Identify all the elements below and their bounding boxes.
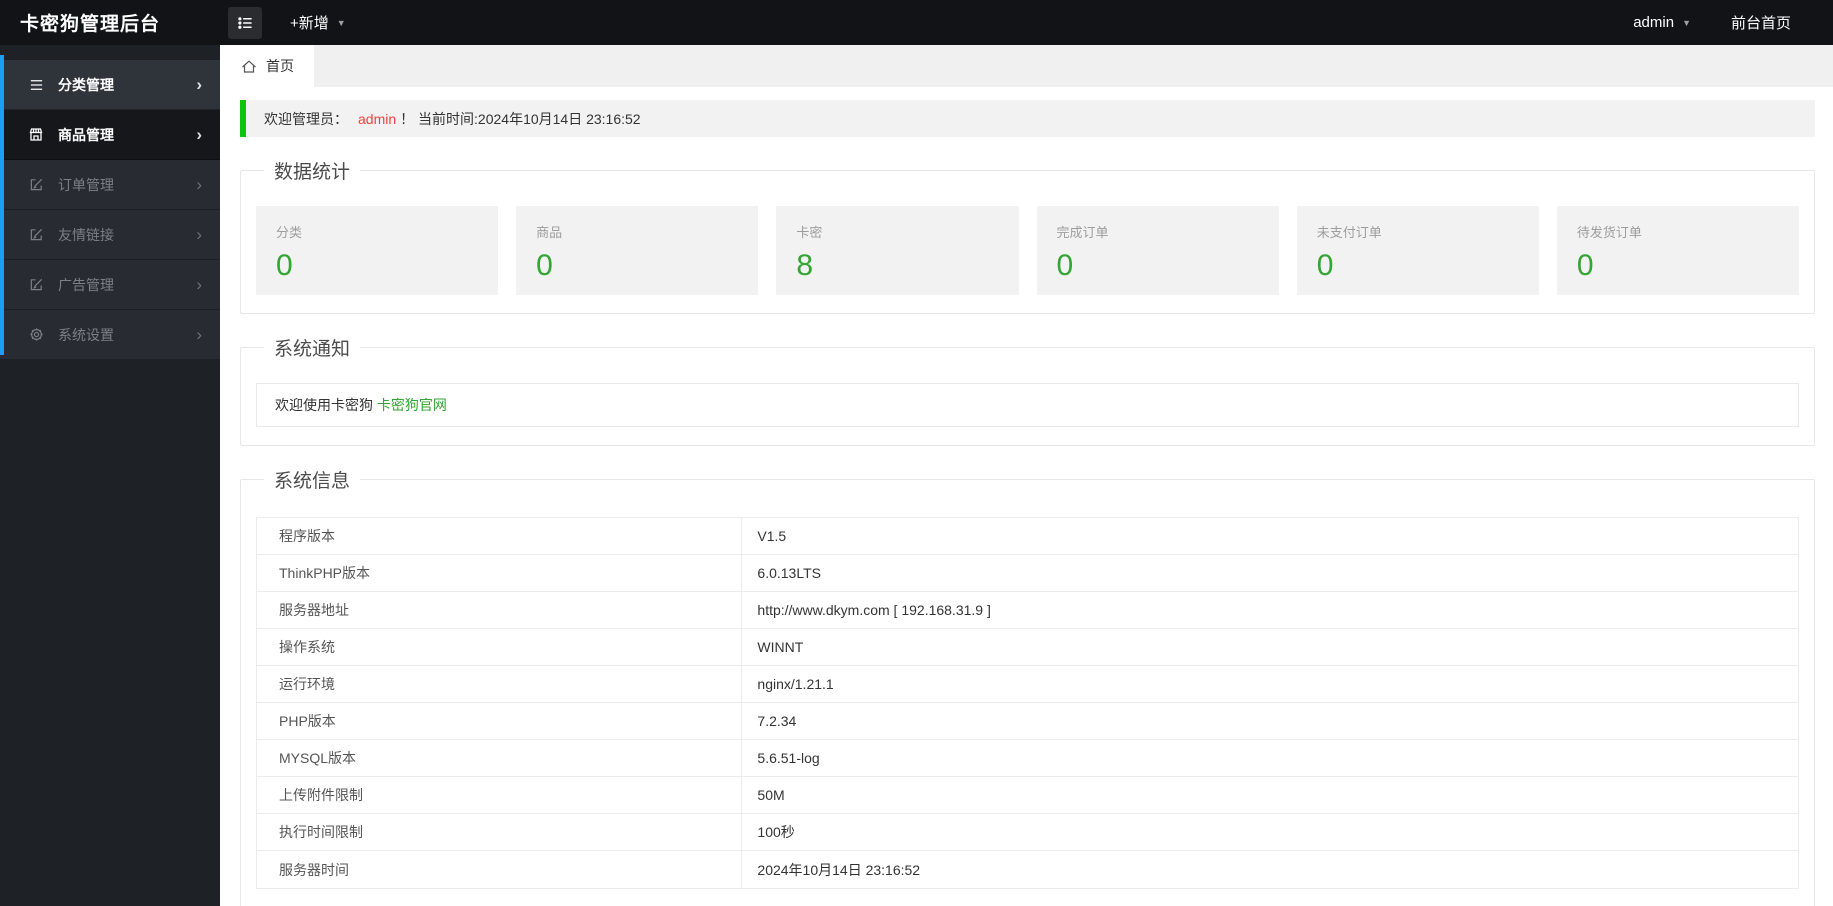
main-area: 首页 欢迎管理员： admin ！ 当前时间:2024年10月14日 23:16…	[220, 45, 1833, 906]
stats-section: 数据统计 分类 0 商品 0 卡密 8 完成订单 0 未支付订单 0 待发货订单…	[240, 157, 1815, 314]
chevron-right-icon: ›	[196, 175, 202, 194]
stat-card-completed-orders: 完成订单 0	[1036, 206, 1279, 295]
table-row: 操作系统 WINNT	[257, 629, 1798, 666]
tab-home[interactable]: 首页	[220, 45, 314, 87]
add-new-label: +新增	[290, 15, 329, 32]
stat-card-cardkey: 卡密 8	[776, 206, 1019, 295]
tab-home-label: 首页	[266, 58, 294, 74]
chevron-right-icon: ›	[196, 225, 202, 244]
edit-icon	[28, 227, 44, 243]
sidebar-accent-strip	[0, 55, 4, 355]
sidebar: 分类管理 › 商品管理 › 订单管理 › 友情链接 › 广告管理 › 系统设置 …	[0, 45, 220, 906]
list-icon	[28, 77, 44, 93]
sysinfo-section: 系统信息 程序版本 V1.5 ThinkPHP版本 6.0.13LTS 服务器地…	[240, 466, 1815, 906]
stats-cards: 分类 0 商品 0 卡密 8 完成订单 0 未支付订单 0 待发货订单 0	[256, 206, 1800, 295]
stat-value: 0	[536, 249, 553, 282]
table-row: 服务器时间 2024年10月14日 23:16:52	[257, 851, 1798, 888]
table-row: PHP版本 7.2.34	[257, 703, 1798, 740]
add-new-dropdown[interactable]: +新增 ▼	[290, 12, 346, 33]
welcome-alert: 欢迎管理员： admin ！ 当前时间:2024年10月14日 23:16:52	[240, 100, 1815, 137]
chevron-down-icon: ▼	[1682, 17, 1691, 28]
stats-legend: 数据统计	[274, 162, 351, 183]
edit-icon	[28, 277, 44, 293]
sidebar-item-ads[interactable]: 广告管理 ›	[0, 260, 220, 310]
user-dropdown[interactable]: admin ▼	[1633, 14, 1691, 31]
stat-card-pending-orders: 待发货订单 0	[1556, 206, 1800, 295]
stat-value: 0	[1316, 249, 1334, 282]
notice-section: 系统通知 欢迎使用卡密狗 卡密狗官网	[240, 334, 1815, 446]
stat-value: 0	[1576, 249, 1594, 282]
admin-app: 卡密狗管理后台 +新增 ▼ admin ▼ 前台首页 分类管理 › 商品管理 ›…	[0, 0, 1833, 906]
sidebar-item-settings[interactable]: 系统设置 ›	[0, 310, 220, 360]
sidebar-item-category[interactable]: 分类管理 ›	[0, 60, 220, 110]
welcome-prefix: 欢迎管理员：	[264, 110, 348, 127]
table-row: 服务器地址 http://www.dkym.com [ 192.168.31.9…	[257, 592, 1798, 629]
stat-card-product: 商品 0	[516, 206, 759, 295]
content: 欢迎管理员： admin ！ 当前时间:2024年10月14日 23:16:52…	[220, 87, 1833, 906]
official-site-link[interactable]: 卡密狗官网	[377, 397, 447, 413]
welcome-suffix: ！ 当前时间:2024年10月14日 23:16:52	[400, 110, 641, 127]
shop-icon	[28, 127, 44, 143]
stat-value: 8	[796, 249, 814, 282]
table-row: MYSQL版本 5.6.51-log	[257, 740, 1798, 777]
table-row: 运行环境 nginx/1.21.1	[257, 666, 1798, 703]
sidebar-item-links[interactable]: 友情链接 ›	[0, 210, 220, 260]
sidebar-item-order[interactable]: 订单管理 ›	[0, 160, 220, 210]
table-row: 上传附件限制 50M	[257, 777, 1798, 814]
gear-icon	[28, 327, 44, 343]
welcome-username: admin	[358, 110, 397, 127]
chevron-right-icon: ›	[196, 325, 202, 344]
chevron-right-icon: ›	[196, 75, 202, 94]
table-row: 程序版本 V1.5	[257, 518, 1798, 555]
notice-box: 欢迎使用卡密狗 卡密狗官网	[256, 383, 1799, 427]
username-label: admin	[1633, 14, 1675, 31]
menu-toggle-button[interactable]	[228, 6, 262, 39]
notice-text: 欢迎使用卡密狗	[275, 397, 377, 413]
stat-value: 0	[276, 249, 293, 282]
table-row: 执行时间限制 100秒	[257, 814, 1798, 851]
hamburger-icon	[237, 16, 253, 30]
stat-card-category: 分类 0	[256, 206, 499, 295]
app-title: 卡密狗管理后台	[20, 14, 161, 35]
sidebar-item-product[interactable]: 商品管理 ›	[0, 110, 220, 160]
chevron-down-icon: ▼	[336, 17, 346, 28]
sysinfo-legend: 系统信息	[274, 471, 351, 492]
sidebar-nav: 分类管理 › 商品管理 › 订单管理 › 友情链接 › 广告管理 › 系统设置 …	[0, 60, 220, 360]
frontend-home-link[interactable]: 前台首页	[1731, 12, 1791, 33]
tab-bar: 首页	[220, 45, 1833, 87]
table-row: ThinkPHP版本 6.0.13LTS	[257, 555, 1798, 592]
stat-value: 0	[1056, 249, 1074, 282]
edit-icon	[28, 177, 44, 193]
stat-card-unpaid-orders: 未支付订单 0	[1296, 206, 1539, 295]
chevron-right-icon: ›	[196, 275, 202, 294]
top-bar: 卡密狗管理后台 +新增 ▼ admin ▼ 前台首页	[0, 0, 1833, 45]
chevron-right-icon: ›	[196, 125, 202, 144]
home-icon	[240, 58, 258, 75]
sysinfo-table: 程序版本 V1.5 ThinkPHP版本 6.0.13LTS 服务器地址 htt…	[256, 517, 1799, 889]
notice-legend: 系统通知	[274, 339, 351, 360]
